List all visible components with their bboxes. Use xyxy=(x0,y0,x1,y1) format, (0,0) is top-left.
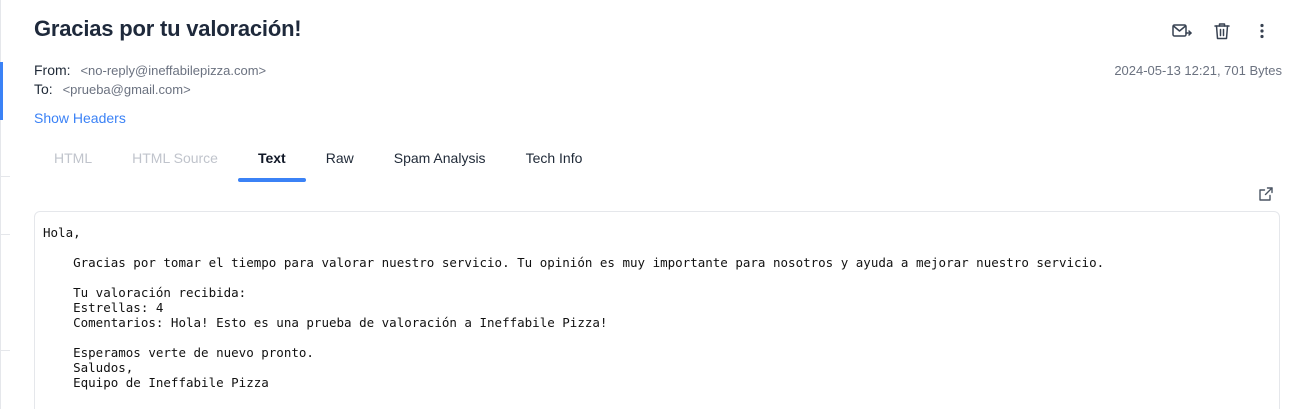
to-label: To: xyxy=(34,81,53,97)
tab-html-source[interactable]: HTML Source xyxy=(112,138,238,178)
sidebar-divider xyxy=(0,350,10,351)
email-subject: Gracias por tu valoración! xyxy=(34,16,302,41)
show-headers-link[interactable]: Show Headers xyxy=(34,110,126,126)
more-vertical-icon[interactable] xyxy=(1251,20,1273,42)
message-actions xyxy=(1171,20,1273,42)
from-address: <no-reply@ineffabilepizza.com> xyxy=(80,63,267,78)
tab-raw[interactable]: Raw xyxy=(306,138,374,178)
view-tabs: HTML HTML Source Text Raw Spam Analysis … xyxy=(34,138,602,182)
sidebar-divider xyxy=(0,234,10,235)
mail-forward-icon[interactable] xyxy=(1171,20,1193,42)
message-body-text: Hola, Gracias por tomar el tiempo para v… xyxy=(43,225,1105,390)
from-line: From: <no-reply@ineffabilepizza.com> xyxy=(34,62,266,78)
tab-text[interactable]: Text xyxy=(237,138,306,182)
email-viewer: Gracias por tu valoración! From: <no-rep… xyxy=(0,0,1295,409)
tab-html[interactable]: HTML xyxy=(34,138,112,178)
to-address: <prueba@gmail.com> xyxy=(62,82,191,97)
sidebar-selection-indicator xyxy=(0,62,3,120)
to-line: To: <prueba@gmail.com> xyxy=(34,81,191,97)
tab-tech-info[interactable]: Tech Info xyxy=(506,138,603,178)
tab-spam-analysis[interactable]: Spam Analysis xyxy=(374,138,506,178)
trash-icon[interactable] xyxy=(1211,20,1233,42)
sidebar-divider xyxy=(0,176,10,177)
from-label: From: xyxy=(34,62,71,78)
external-link-icon[interactable] xyxy=(1259,187,1277,205)
message-body: Hola, Gracias por tomar el tiempo para v… xyxy=(34,211,1280,409)
date-and-size: 2024-05-13 12:21, 701 Bytes xyxy=(1114,63,1282,78)
